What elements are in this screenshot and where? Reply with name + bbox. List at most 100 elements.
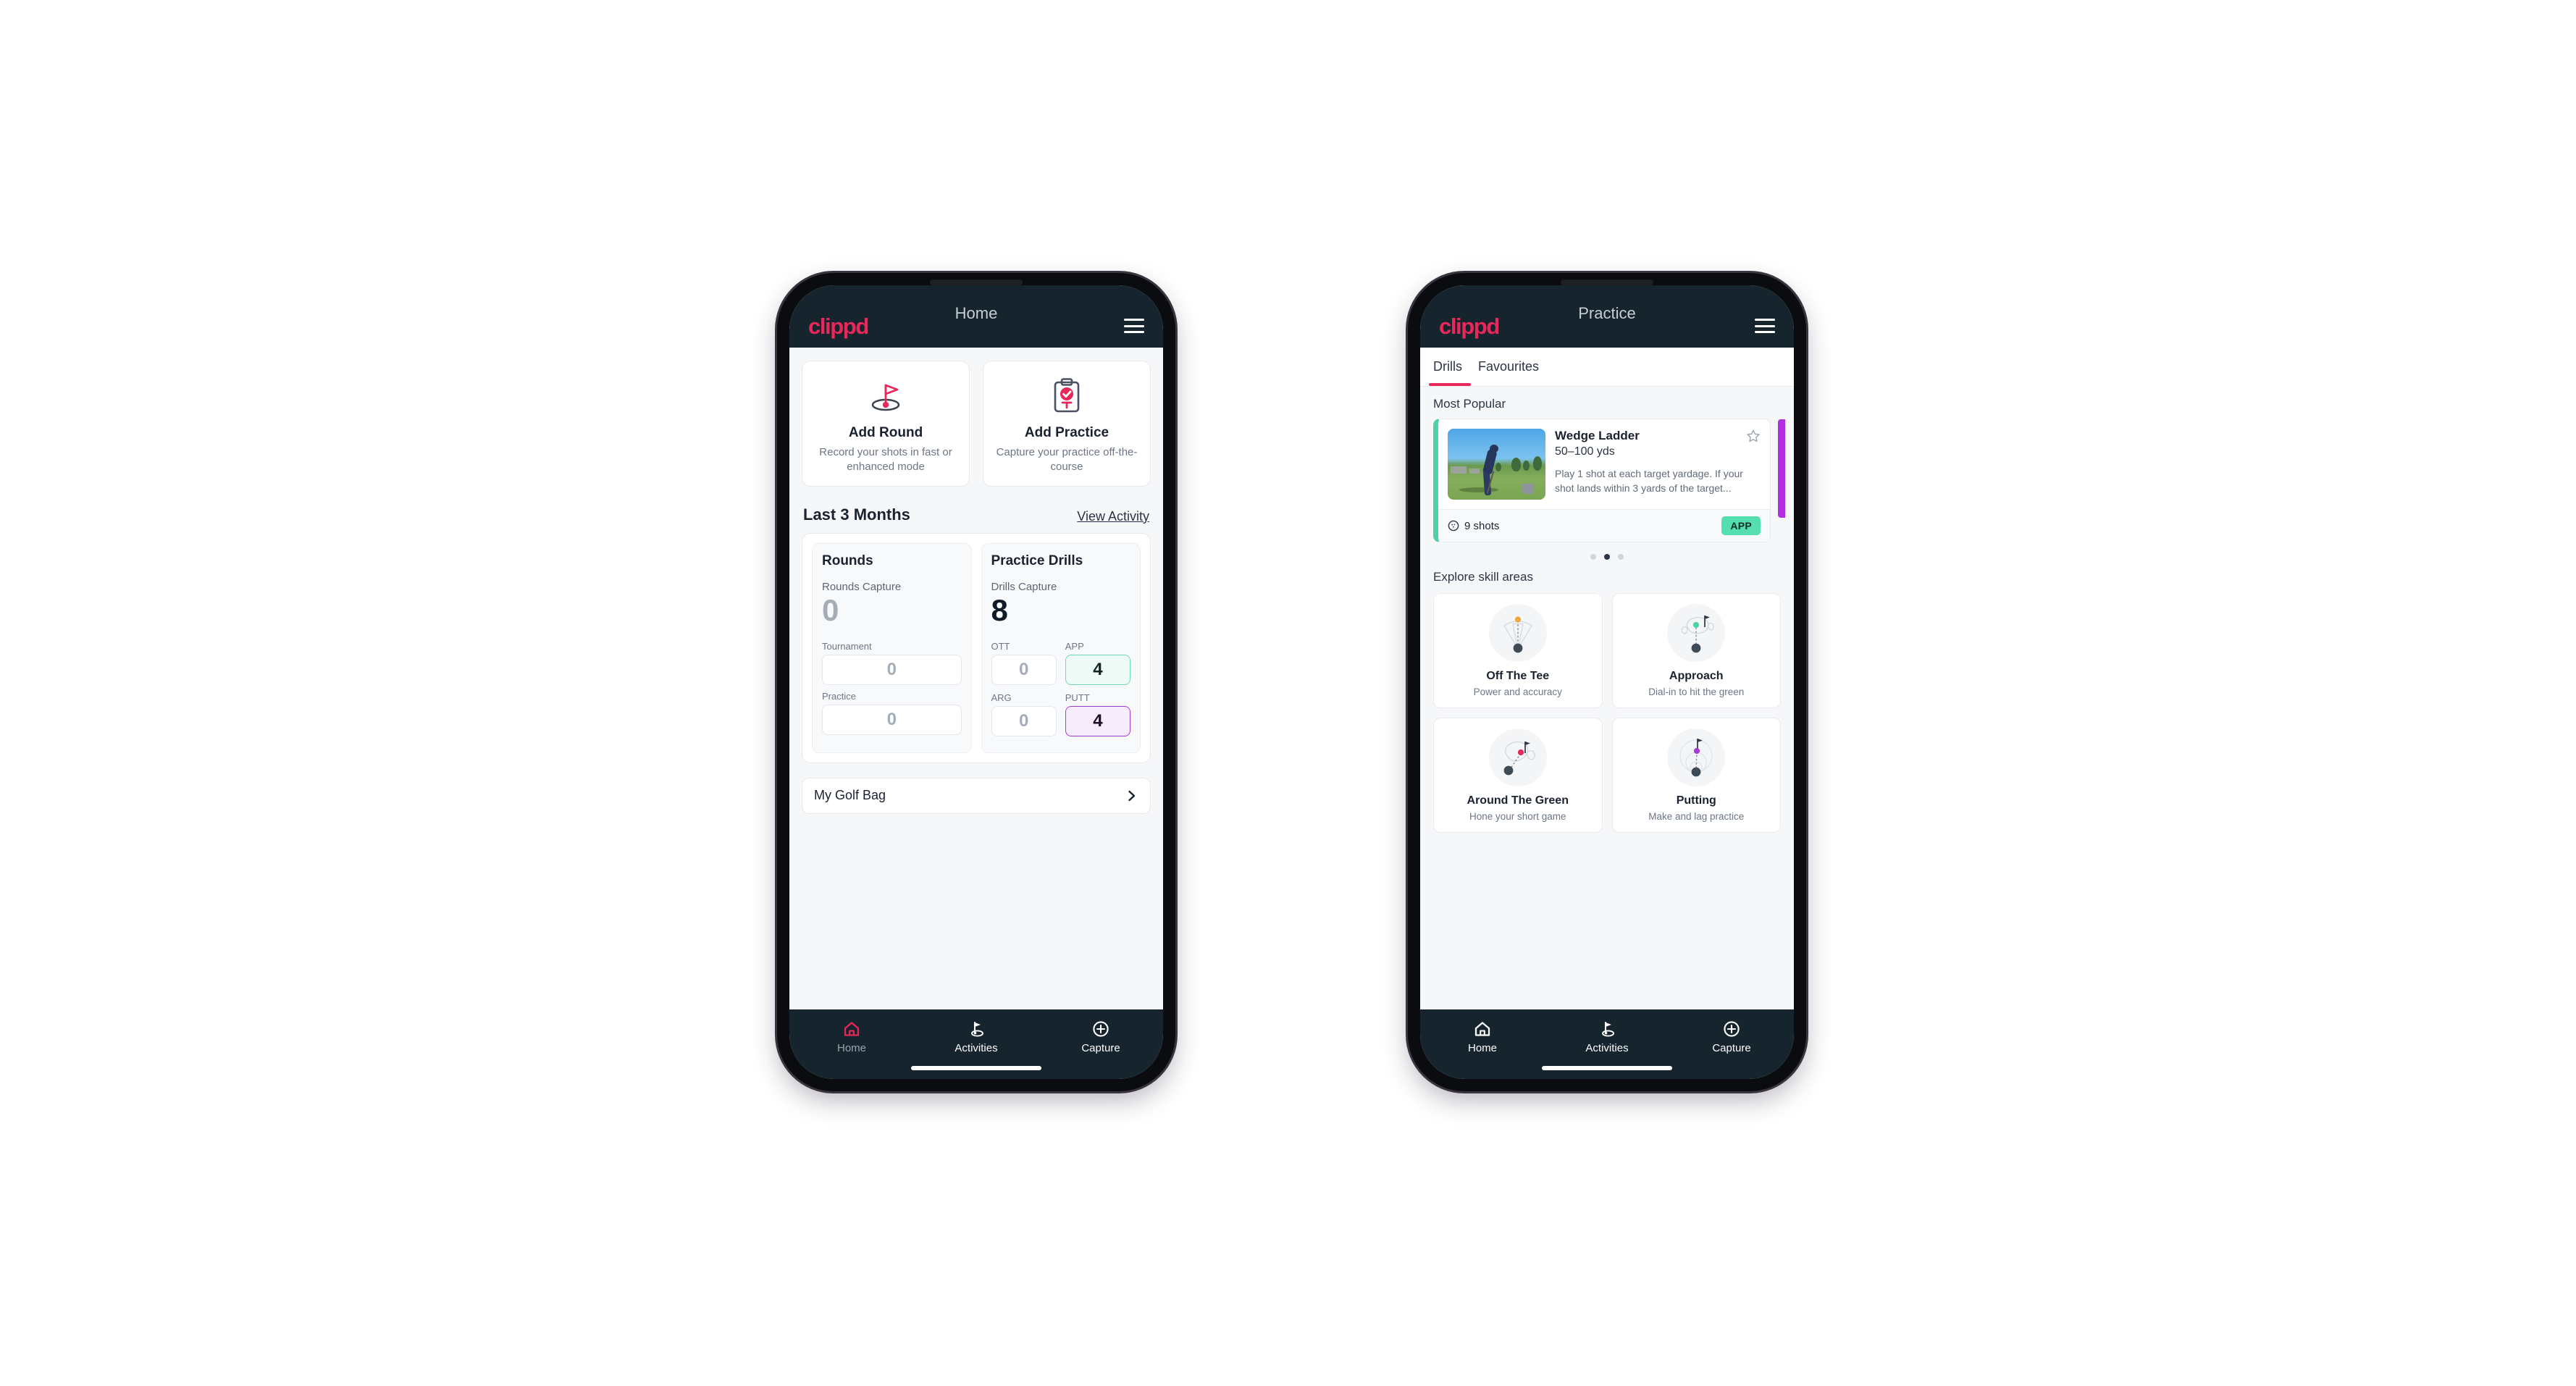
practice-drills-heading: Practice Drills [991,553,1083,568]
skill-card-off-the-tee[interactable]: Off The Tee Power and accuracy [1433,593,1603,708]
rounds-capture-label: Rounds Capture [822,580,902,593]
rounds-column: Rounds Rounds Capture 0 Tournament 0 Pra… [812,542,972,753]
skill-card-approach[interactable]: Approach Dial-in to hit the green [1611,593,1781,708]
clipboard-check-tee-icon [1049,376,1085,416]
view-activity-link[interactable]: View Activity [1077,509,1149,524]
putt-label: PUTT [1065,692,1090,703]
skill-card-putting[interactable]: Putting Make and lag practice [1611,718,1781,833]
phone-speaker-notch [930,280,1023,285]
app-label: APP [1065,640,1084,652]
putt-value[interactable]: 4 [1065,705,1130,736]
nav-label-home: Home [1467,1042,1497,1054]
page-title: Practice [1578,304,1636,322]
hamburger-icon[interactable] [1755,319,1775,333]
skill-name: Putting [1676,794,1716,807]
drill-text-block: Wedge Ladder 50–100 yds Play 1 shot at e… [1555,429,1761,500]
skill-areas-grid: Off The Tee Power and accuracy Approach … [1420,592,1794,833]
rounds-tournament-group: Tournament 0 [822,641,962,685]
my-golf-bag-row[interactable]: My Golf Bag [802,777,1151,814]
phone-speaker-notch [1561,280,1653,285]
nav-label-home: Home [836,1042,866,1054]
chip-around-green-icon [1488,728,1547,786]
drill-yardage: 50–100 yds [1555,445,1615,458]
section-title: Last 3 Months [803,505,910,524]
nav-label-activities: Activities [955,1042,998,1054]
golf-ball-icon [1448,520,1459,532]
tab-favourites[interactable]: Favourites [1478,348,1549,386]
plus-circle-icon [1724,1021,1740,1037]
tab-drills[interactable]: Drills [1429,348,1478,386]
drills-capture-value: 8 [991,592,1008,627]
skill-subtitle: Make and lag practice [1648,811,1745,822]
my-golf-bag-label: My Golf Bag [814,788,886,803]
golf-flag-icon [1602,1021,1614,1037]
drill-category-badge: APP [1721,516,1761,535]
rounds-heading: Rounds [822,553,873,568]
nav-label-activities: Activities [1585,1042,1629,1054]
screenshot-canvas: clippd Home Add Round Record your shots … [0,0,2576,1386]
rounds-practice-group: Practice 0 [822,691,962,735]
nav-label-capture: Capture [1081,1042,1120,1054]
add-practice-title: Add Practice [1024,425,1109,440]
nav-item-home[interactable]: Home [1420,1020,1545,1054]
nav-item-activities[interactable]: Activities [914,1020,1039,1054]
next-drill-card-peek[interactable] [1778,419,1785,518]
app-value[interactable]: 4 [1065,654,1130,685]
practice-screen: clippd Practice Drills Favourites Most P… [1420,285,1794,1079]
practice-appbar: clippd Practice [1420,285,1794,348]
metric-arg: ARG 0 [991,692,1057,736]
tournament-label: Tournament [822,640,872,652]
home-screen: clippd Home Add Round Record your shots … [789,285,1163,1079]
tournament-value[interactable]: 0 [822,654,962,685]
drill-card-footer: 9 shots APP [1438,509,1770,542]
practice-value[interactable]: 0 [822,704,962,735]
tab-favourites-label: Favourites [1478,359,1540,374]
star-outline-icon[interactable] [1746,429,1761,447]
nav-item-home[interactable]: Home [789,1020,914,1054]
carousel-dot-3[interactable] [1618,554,1624,560]
practice-body: Most Popular Wedge Ladder 50–100 yds Pla… [1420,387,1794,1009]
rounds-capture-value: 0 [822,592,839,627]
drill-shots-label: 9 shots [1464,519,1500,532]
drill-description: Play 1 shot at each target yardage. If y… [1555,468,1743,494]
metric-app: APP 4 [1065,641,1130,685]
add-round-card[interactable]: Add Round Record your shots in fast or e… [802,361,970,487]
drill-metrics-grid: OTT 0 APP 4 ARG 0 PUTT 4 [991,641,1130,736]
nav-item-activities[interactable]: Activities [1545,1020,1669,1054]
metric-putt: PUTT 4 [1065,692,1130,736]
nav-item-capture[interactable]: Capture [1039,1020,1163,1054]
ott-label: OTT [991,640,1010,652]
add-practice-card[interactable]: Add Practice Capture your practice off-t… [983,361,1151,487]
chevron-right-icon [1125,789,1138,802]
arg-value[interactable]: 0 [991,705,1057,736]
drill-card-main: Wedge Ladder 50–100 yds Play 1 shot at e… [1438,419,1770,509]
metric-ott: OTT 0 [991,641,1057,685]
home-indicator [911,1066,1041,1070]
carousel-dot-2[interactable] [1604,554,1610,560]
drill-thumbnail [1448,429,1545,500]
carousel-dots [1420,542,1794,560]
add-practice-subtitle: Capture your practice off-the-course [996,446,1138,473]
ott-value[interactable]: 0 [991,654,1057,685]
practice-label: Practice [822,690,856,702]
drills-capture-label: Drills Capture [991,580,1057,593]
skill-card-around-the-green[interactable]: Around The Green Hone your short game [1433,718,1603,833]
home-bottom-nav: Home Activities Capture [789,1009,1163,1079]
drill-card-wedge-ladder[interactable]: Wedge Ladder 50–100 yds Play 1 shot at e… [1433,419,1771,542]
nav-item-capture[interactable]: Capture [1669,1020,1794,1054]
home-body: Add Round Record your shots in fast or e… [789,348,1163,1009]
most-popular-label: Most Popular [1433,397,1506,411]
arg-label: ARG [991,692,1012,703]
page-title: Home [955,304,998,322]
last-3-months-header: Last 3 Months View Activity [789,487,1163,533]
stats-card: Rounds Rounds Capture 0 Tournament 0 Pra… [802,532,1151,763]
putting-rings-icon [1667,728,1726,786]
green-approach-icon [1667,604,1726,662]
explore-skill-areas-label: Explore skill areas [1433,570,1533,584]
carousel-dot-1[interactable] [1590,554,1596,560]
nav-label-capture: Capture [1712,1042,1751,1054]
hamburger-icon[interactable] [1124,319,1144,333]
drills-carousel[interactable]: Wedge Ladder 50–100 yds Play 1 shot at e… [1420,419,1794,542]
golf-flag-icon [971,1021,983,1037]
drill-name: Wedge Ladder [1555,429,1640,442]
